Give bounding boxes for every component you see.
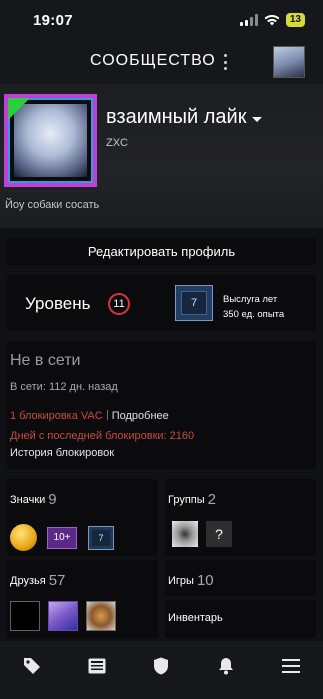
divider <box>106 410 108 420</box>
badges-count: 9 <box>48 491 57 508</box>
groups-label: Группы <box>168 494 205 506</box>
days-since-ban: Дней с последней блокировки: 2160 <box>10 430 195 442</box>
status-icons: 13 <box>239 13 305 27</box>
group-unknown-avatar[interactable]: ? <box>206 521 232 547</box>
games-label: Игры <box>168 575 194 587</box>
badges-title: Значки 9 <box>10 491 57 508</box>
friend-avatar[interactable] <box>48 601 78 631</box>
level-label: Уровень <box>25 294 91 313</box>
friends-count: 57 <box>48 572 66 589</box>
vac-ban-count: 1 блокировка VAC <box>10 410 103 422</box>
menu-icon[interactable] <box>276 655 306 677</box>
years-badge-icon[interactable]: 7 <box>88 526 114 550</box>
years-badge-small-value: 7 <box>92 530 110 546</box>
coin-badge-icon[interactable] <box>10 524 37 551</box>
games-tile[interactable]: Игры 10 <box>165 560 316 596</box>
last-online: В сети: 112 дн. назад <box>10 381 118 393</box>
groups-tile[interactable]: Группы 2 ? <box>165 479 316 556</box>
inventory-tile[interactable]: Инвентарь <box>165 600 316 638</box>
bell-icon[interactable] <box>211 655 241 677</box>
battery-indicator: 13 <box>285 13 305 27</box>
groups-count: 2 <box>207 491 216 508</box>
level-badge: 11 <box>108 293 130 315</box>
edit-profile-button[interactable]: Редактировать профиль <box>7 238 316 265</box>
online-status: Не в сети <box>10 352 81 369</box>
inventory-label: Инвентарь <box>168 612 223 624</box>
group-avatar[interactable] <box>172 521 198 547</box>
avatar-frame-corner <box>8 98 30 120</box>
years-xp: 350 ед. опыта <box>223 309 285 320</box>
status-time: 19:07 <box>33 12 73 29</box>
bottom-tab-bar <box>0 641 323 699</box>
ban-history-link[interactable]: История блокировок <box>10 447 114 459</box>
years-of-service-badge: 7 <box>175 285 213 321</box>
groups-title: Группы 2 <box>168 491 216 508</box>
friends-label: Друзья <box>10 575 46 587</box>
years-of-service-text: Выслуга лет 350 ед. опыта <box>223 292 284 322</box>
friends-title: Друзья 57 <box>10 572 65 589</box>
level-10-badge[interactable]: 10+ <box>47 527 77 549</box>
persona-name: взаимный лайк <box>106 106 247 128</box>
shield-icon[interactable] <box>146 655 176 677</box>
profile-summary: Йоу собаки сосать <box>5 199 100 211</box>
games-count: 10 <box>196 572 214 589</box>
page-title: СООБЩЕСТВО <box>90 52 216 69</box>
games-title: Игры 10 <box>168 572 214 589</box>
more-options-icon[interactable] <box>222 54 228 70</box>
friend-avatar[interactable] <box>10 601 40 631</box>
level-card[interactable]: Уровень 11 7 Выслуга лет 350 ед. опыта <box>7 275 316 331</box>
badges-tile[interactable]: Значки 9 10+ 7 <box>7 479 158 556</box>
signal-icon <box>239 14 258 26</box>
store-tag-icon[interactable] <box>17 655 47 677</box>
user-avatar-button[interactable] <box>273 46 305 78</box>
vac-details-link[interactable]: Подробнее <box>112 410 169 422</box>
app-bar: СООБЩЕСТВО <box>0 40 323 84</box>
status-bar: 19:07 13 <box>0 0 323 40</box>
wifi-icon <box>264 15 280 26</box>
friends-tile[interactable]: Друзья 57 <box>7 560 158 638</box>
friend-avatar[interactable] <box>86 601 116 631</box>
years-title: Выслуга лет <box>223 294 278 305</box>
online-status-card: Не в сети В сети: 112 дн. назад 1 блокир… <box>7 341 316 469</box>
persona-name-dropdown[interactable]: взаимный лайк <box>106 106 263 129</box>
vac-ban-line: 1 блокировка VAC Подробнее <box>10 410 169 422</box>
profile-avatar[interactable] <box>4 94 97 187</box>
years-badge-value: 7 <box>181 291 207 315</box>
chevron-down-icon <box>252 117 263 122</box>
real-name: ZXC <box>106 137 128 149</box>
news-icon[interactable] <box>82 655 112 677</box>
badges-label: Значки <box>10 494 46 506</box>
